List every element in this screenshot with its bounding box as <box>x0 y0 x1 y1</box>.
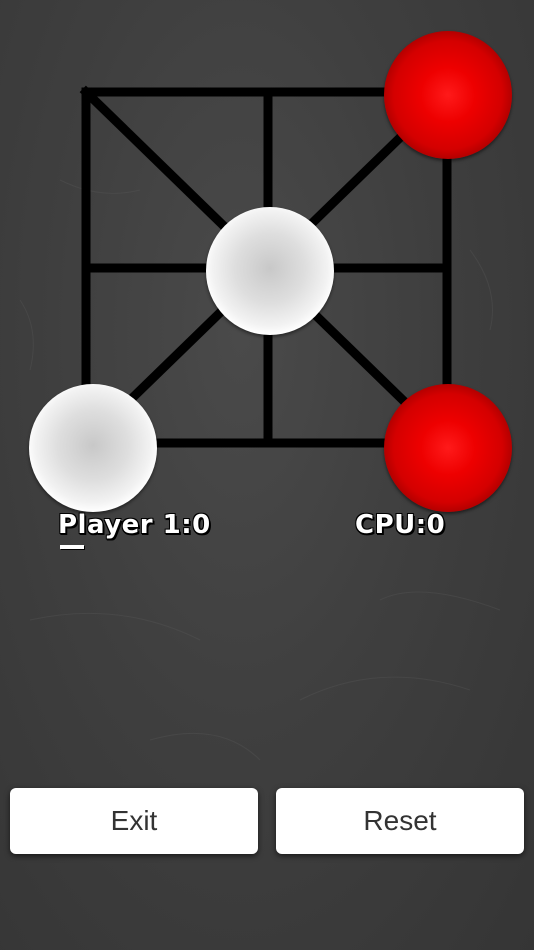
exit-button[interactable]: Exit <box>10 788 258 854</box>
current-turn-indicator <box>60 545 84 549</box>
cpu-piece-top-right[interactable] <box>384 31 512 159</box>
reset-button-label: Reset <box>363 805 437 836</box>
player-score: Player 1:0 <box>58 510 211 540</box>
cpu-score: CPU:0 <box>355 510 446 540</box>
player-piece-bottom-left[interactable] <box>29 384 157 512</box>
cpu-piece-bottom-right[interactable] <box>384 384 512 512</box>
reset-button[interactable]: Reset <box>276 788 524 854</box>
player-piece-center[interactable] <box>206 207 334 335</box>
exit-button-label: Exit <box>110 805 158 836</box>
